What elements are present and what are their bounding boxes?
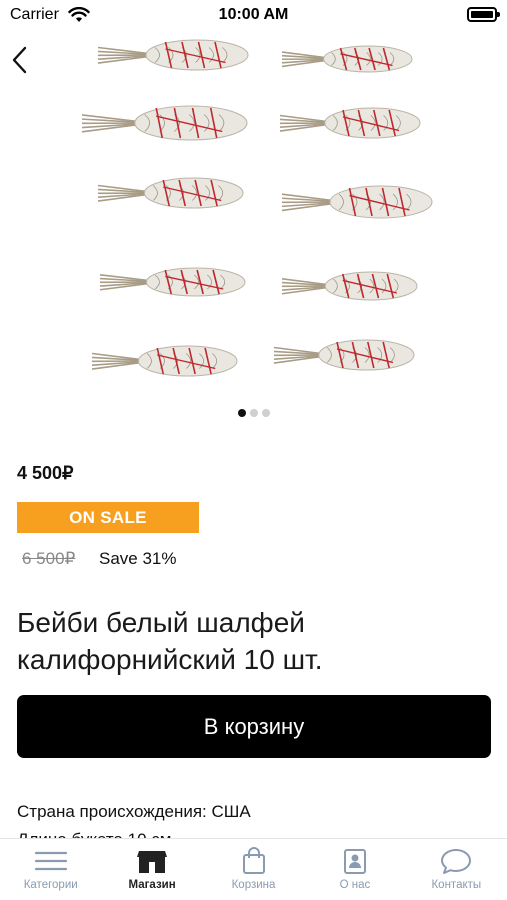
tab-label: Магазин xyxy=(128,879,176,891)
back-button[interactable] xyxy=(6,40,38,80)
old-price: 6 500₽ xyxy=(22,549,76,568)
product-title: Бейби белый шалфей калифорнийский 10 шт. xyxy=(17,607,323,675)
tab-bar: Категории Магазин Корзина О нас Контакты xyxy=(0,838,507,900)
tab-cart[interactable]: Корзина xyxy=(203,839,304,900)
store-icon xyxy=(137,851,168,873)
chat-bubble-icon xyxy=(441,849,472,874)
chevron-left-icon xyxy=(12,46,27,74)
pager-dot[interactable] xyxy=(261,409,270,417)
menu-icon xyxy=(34,851,67,871)
tab-label: Контакты xyxy=(431,879,482,891)
bag-icon xyxy=(242,847,265,874)
add-to-cart-button[interactable]: В корзину xyxy=(17,695,491,758)
tab-label: О нас xyxy=(339,879,371,891)
product-image-gallery[interactable] xyxy=(60,28,450,398)
clock: 10:00 AM xyxy=(218,6,289,23)
tab-contacts[interactable]: Контакты xyxy=(406,839,507,900)
tab-about[interactable]: О нас xyxy=(304,839,405,900)
pager-dot[interactable] xyxy=(249,409,258,417)
battery-icon xyxy=(467,7,500,22)
white-sage-bundles-photo xyxy=(81,39,433,377)
discount-label: Save 31% xyxy=(99,549,177,568)
description-line: Длина букета 10 см xyxy=(17,830,171,838)
sale-badge: ON SALE xyxy=(17,502,199,533)
current-price: 4 500₽ xyxy=(17,463,74,483)
tab-categories[interactable]: Категории xyxy=(0,839,101,900)
origin-country: Страна происхождения: США xyxy=(17,802,251,821)
pager-dot[interactable] xyxy=(237,409,246,417)
gallery-pager xyxy=(0,409,507,417)
tab-label: Категории xyxy=(23,879,78,891)
contact-card-icon xyxy=(343,849,366,874)
tab-label: Корзина xyxy=(231,879,276,891)
tab-store[interactable]: Магазин xyxy=(101,839,202,900)
